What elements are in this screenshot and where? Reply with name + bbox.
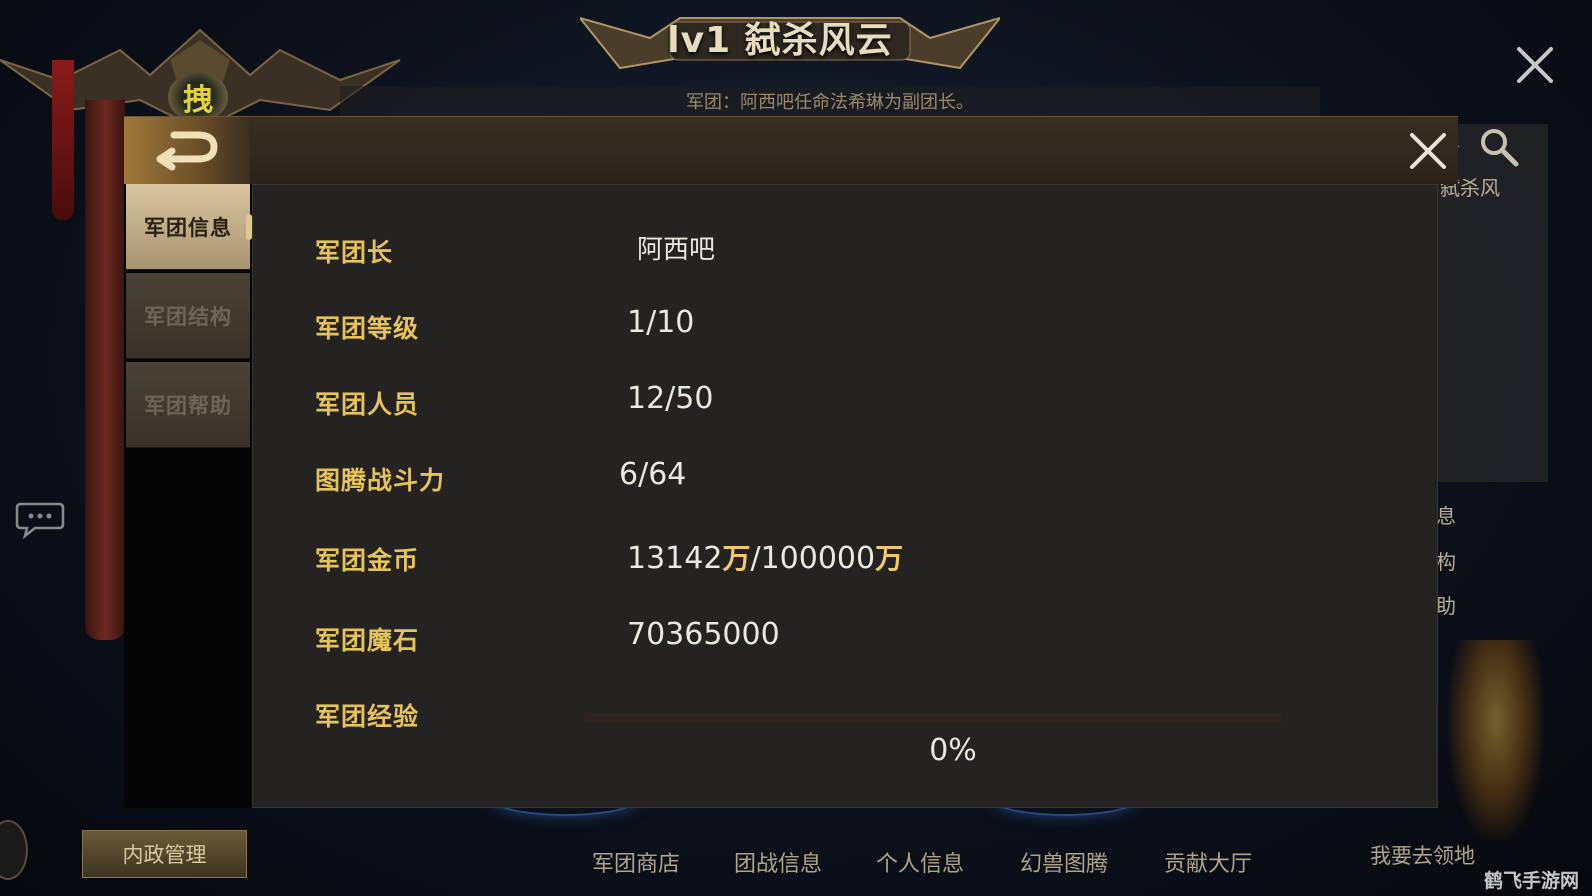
exp-progress-bar	[583, 713, 1283, 723]
guild-notice: 军团：阿西吧任命法希琳为副团长。	[340, 86, 1320, 116]
exp-label: 军团经验	[315, 702, 420, 731]
gold-current: 13142	[627, 541, 723, 576]
chat-icon[interactable]	[15, 500, 65, 540]
leader-value: 阿西吧	[637, 235, 716, 265]
nav-beast-totem[interactable]: 幻兽图腾	[1020, 846, 1108, 878]
gold-label: 军团金币	[315, 546, 420, 575]
close-icon[interactable]	[1406, 129, 1450, 173]
close-icon[interactable]	[1515, 45, 1555, 85]
territory-emblem	[1448, 640, 1544, 840]
exp-percent: 0%	[929, 733, 977, 768]
banner-pillar	[85, 100, 125, 640]
gold-unit: 万	[722, 542, 751, 575]
gold-max: 100000	[760, 541, 876, 576]
leader-label: 军团长	[315, 238, 394, 267]
totem-power-value: 6/64	[619, 457, 687, 492]
magic-stone-label: 军团魔石	[315, 626, 420, 655]
nav-team-battle-info[interactable]: 团战信息	[734, 846, 822, 878]
gold-value: 13142万/100000万	[627, 537, 903, 577]
magic-stone-value: 70365000	[627, 617, 780, 652]
guild-emblem: 拽	[168, 72, 228, 122]
nav-personal-info[interactable]: 个人信息	[876, 846, 964, 878]
guild-info-dialog: 军团信息 军团结构 军团帮助 军团长 阿西吧 军团等级 1/10 军团人员 12…	[124, 116, 1458, 808]
members-value: 12/50	[627, 381, 714, 416]
guild-title: lv1 弑杀风云	[667, 20, 893, 61]
totem-power-label: 图腾战斗力	[315, 466, 446, 495]
red-tassel	[52, 60, 74, 220]
watermark: 鹤飞手游网	[1484, 870, 1580, 892]
gold-unit: 万	[875, 542, 904, 575]
tab-guild-structure[interactable]: 军团结构	[126, 273, 250, 359]
nav-guild-shop[interactable]: 军团商店	[592, 846, 680, 878]
dialog-header	[124, 116, 1458, 185]
search-icon[interactable]	[1478, 126, 1520, 168]
tab-guild-help[interactable]: 军团帮助	[126, 362, 250, 448]
go-to-territory-button[interactable]: 我要去领地	[1370, 840, 1475, 870]
internal-affairs-button[interactable]: 内政管理	[82, 830, 247, 878]
guild-info-panel: 军团长 阿西吧 军团等级 1/10 军团人员 12/50 图腾战斗力 6/64 …	[252, 184, 1438, 808]
level-value: 1/10	[627, 305, 695, 340]
back-arrow-icon	[156, 131, 218, 171]
tab-guild-info[interactable]: 军团信息	[126, 184, 252, 270]
back-button[interactable]	[124, 117, 250, 185]
nav-contribution-hall[interactable]: 贡献大厅	[1164, 846, 1252, 878]
side-tab-bar: 军团信息 军团结构 军团帮助	[124, 184, 252, 808]
gold-separator: /	[750, 541, 761, 576]
members-label: 军团人员	[315, 390, 420, 419]
player-avatar[interactable]	[0, 820, 28, 880]
level-label: 军团等级	[315, 314, 420, 343]
